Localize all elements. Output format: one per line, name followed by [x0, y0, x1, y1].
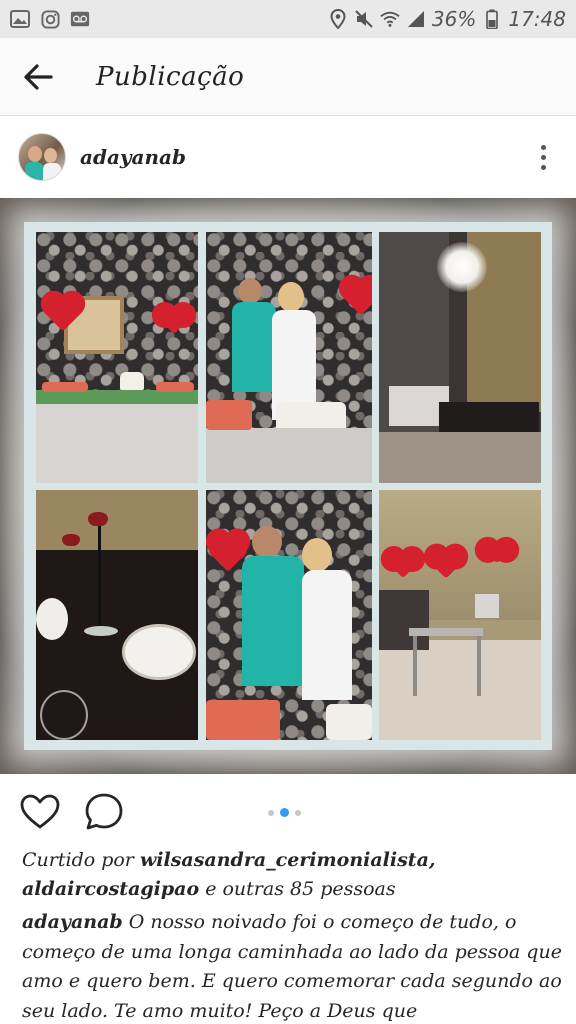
avatar[interactable]	[18, 133, 66, 181]
clock: 17:48	[508, 7, 566, 31]
likes-suffix: e outras 85 pessoas	[199, 878, 396, 900]
post-username[interactable]: adayanab	[80, 145, 186, 169]
liker-2[interactable]: aldaircostagipao	[22, 878, 199, 900]
image-icon	[10, 9, 30, 29]
post-image[interactable]	[0, 198, 576, 774]
collage-tile-couple-cake	[206, 232, 372, 483]
carousel-dot-active	[280, 808, 289, 817]
collage-tile-dessert-table	[36, 232, 198, 483]
voicemail-icon	[70, 9, 90, 29]
signal-icon	[406, 9, 426, 29]
page-title: Publicação	[96, 61, 245, 92]
back-button[interactable]	[0, 38, 76, 116]
arrow-left-icon	[24, 63, 53, 90]
collage-tile-couple-embrace	[206, 490, 372, 740]
likes-prefix: Curtido por	[22, 849, 140, 871]
like-button[interactable]	[20, 792, 60, 832]
heart-outline-icon	[20, 794, 60, 829]
carousel-dot	[295, 809, 301, 816]
carousel-indicator	[268, 808, 301, 817]
collage-tile-dining-room	[379, 232, 541, 483]
mute-icon	[354, 9, 374, 29]
post-caption: adayanab O nosso noivado foi o começo de…	[22, 908, 562, 1024]
caption-username[interactable]: adayanab	[22, 911, 123, 933]
more-vertical-icon	[540, 144, 546, 150]
location-icon	[328, 9, 348, 29]
wifi-icon	[380, 9, 400, 29]
status-bar: 36% 17:48	[0, 0, 576, 38]
post-header: adayanab	[0, 116, 576, 198]
comment-outline-icon	[85, 793, 123, 830]
more-options-button[interactable]	[528, 137, 558, 177]
collage-tile-hall-balloons	[379, 490, 541, 740]
collage-tile-table-setting	[36, 490, 198, 740]
likes-text: Curtido por wilsasandra_cerimonialista, …	[22, 846, 562, 904]
carousel-dot	[268, 809, 274, 816]
battery-icon	[482, 9, 502, 29]
comment-button[interactable]	[84, 792, 124, 832]
battery-percent: 36%	[431, 7, 477, 31]
liker-1[interactable]: wilsasandra_cerimonialista,	[140, 849, 436, 871]
instagram-icon	[40, 9, 60, 29]
post-actions	[0, 774, 576, 850]
app-bar: Publicação	[0, 38, 576, 116]
